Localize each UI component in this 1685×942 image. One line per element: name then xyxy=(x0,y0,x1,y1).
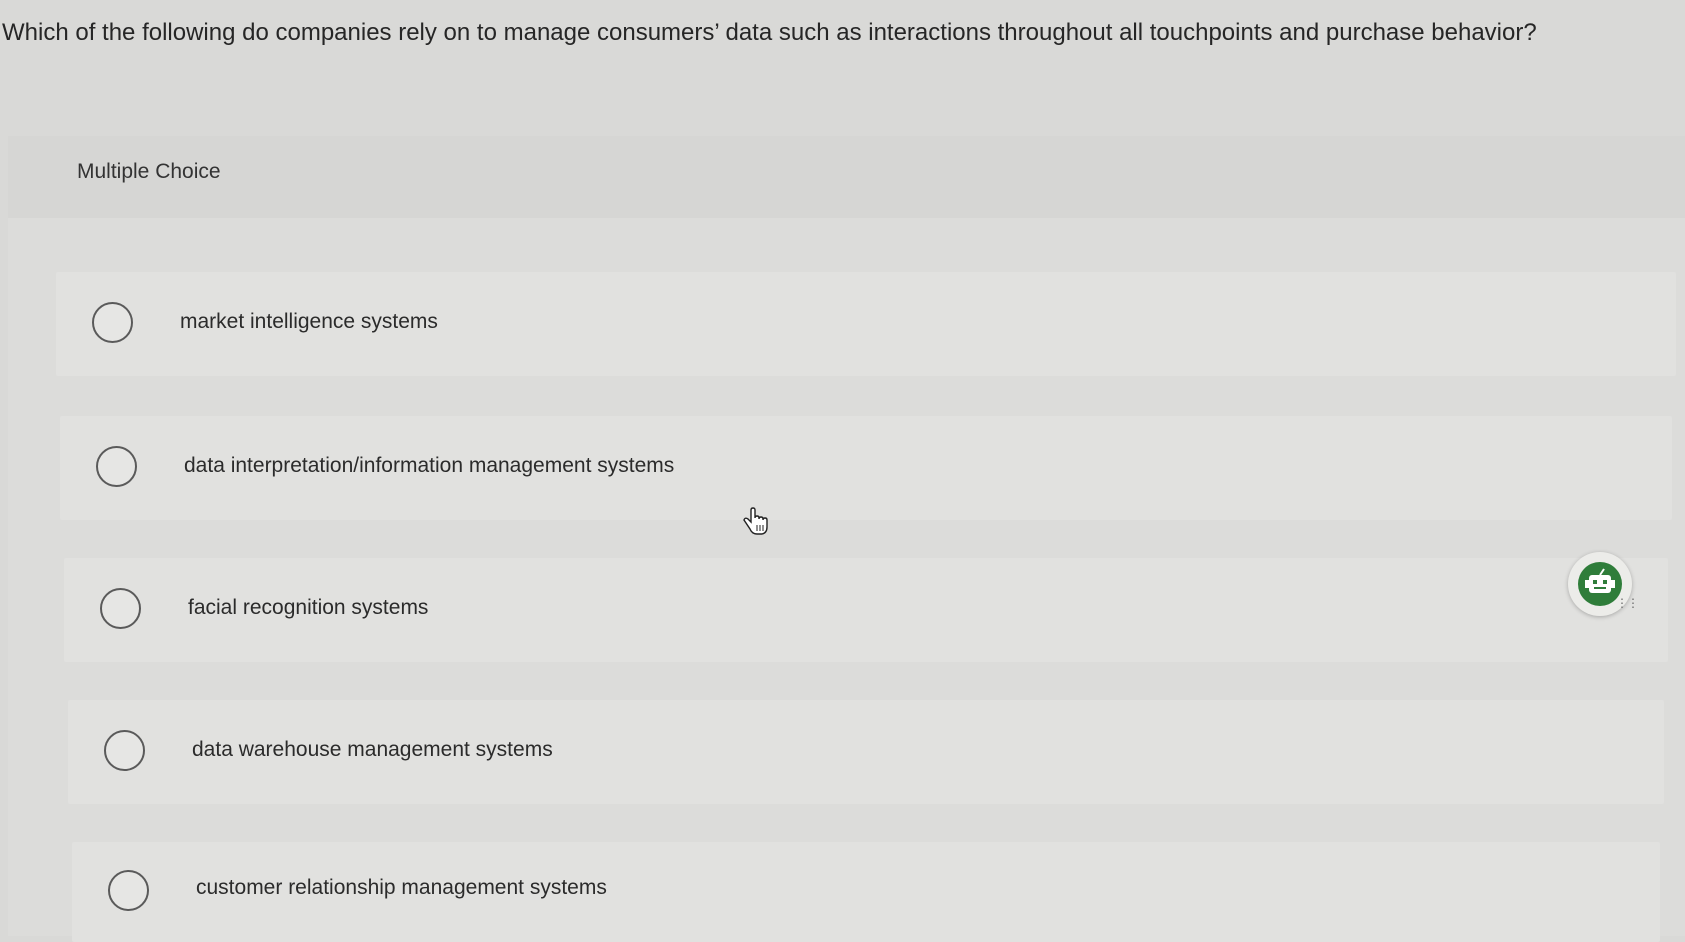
question-type-label: Multiple Choice xyxy=(77,160,221,183)
radio-button[interactable] xyxy=(92,302,133,343)
radio-button[interactable] xyxy=(96,446,137,487)
radio-button[interactable] xyxy=(108,870,149,911)
drag-handle-icon[interactable]: ⋮⋮ xyxy=(1616,596,1639,610)
answer-option-2[interactable]: data interpretation/information manageme… xyxy=(60,416,1672,520)
answer-option-label: data interpretation/information manageme… xyxy=(184,454,675,477)
answer-option-label: data warehouse management systems xyxy=(192,738,553,761)
panel-header: Multiple Choice xyxy=(8,136,1685,218)
radio-button[interactable] xyxy=(104,730,145,771)
answer-option-label: customer relationship management systems xyxy=(196,876,607,899)
answer-option-4[interactable]: data warehouse management systems xyxy=(68,700,1664,804)
radio-button[interactable] xyxy=(100,588,141,629)
question-text: Which of the following do companies rely… xyxy=(2,19,1537,46)
answer-option-5[interactable]: customer relationship management systems xyxy=(72,842,1660,942)
answer-option-3[interactable]: facial recognition systems xyxy=(64,558,1668,662)
reader-assistant-button[interactable]: ⋮⋮ xyxy=(1568,552,1639,616)
answer-option-label: facial recognition systems xyxy=(188,596,429,619)
multiple-choice-panel: Multiple Choice market intelligence syst… xyxy=(8,136,1685,942)
answer-option-1[interactable]: market intelligence systems xyxy=(56,272,1676,376)
answer-option-label: market intelligence systems xyxy=(180,310,438,333)
hand-pointer-icon xyxy=(742,507,770,537)
